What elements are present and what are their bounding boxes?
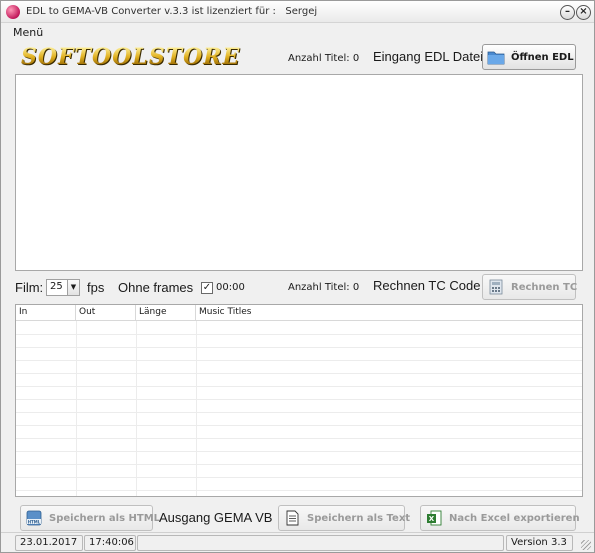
open-edl-label: Öffnen EDL	[511, 51, 574, 63]
text-file-icon	[286, 510, 299, 526]
table-row	[16, 413, 582, 426]
resize-grip[interactable]	[581, 540, 591, 550]
folder-icon	[487, 51, 505, 65]
rechnen-tc-button[interactable]: Rechnen TC	[482, 274, 578, 300]
fps-select[interactable]: 25	[46, 279, 68, 296]
table-row	[16, 361, 582, 374]
svg-text:HTML: HTML	[28, 519, 41, 524]
save-html-label: Speichern als HTML	[49, 512, 161, 524]
film-label: Film:	[15, 280, 44, 295]
column-header-laenge[interactable]: Länge	[136, 305, 196, 321]
menu-item-menu[interactable]: Menü	[13, 26, 43, 39]
excel-icon: X	[427, 510, 442, 526]
table-row	[16, 322, 582, 335]
close-button[interactable]: ×	[576, 5, 591, 20]
grid-header: In Out Länge Music Titles	[16, 305, 582, 321]
output-gema-label: Ausgang GEMA VB	[159, 510, 273, 525]
export-excel-label: Nach Excel exportieren	[449, 512, 580, 524]
svg-text:X: X	[429, 515, 435, 523]
calculator-icon	[489, 279, 503, 295]
ohne-frames-checkbox[interactable]: ✓	[201, 282, 213, 294]
app-window: EDL to GEMA-VB Converter v.3.3 ist lizen…	[0, 0, 595, 553]
rechnen-tc-label: Rechnen TC Code	[373, 278, 481, 293]
table-row	[16, 465, 582, 478]
titles-grid[interactable]: In Out Länge Music Titles	[15, 304, 583, 497]
checkbox-value-label: 00:00	[216, 282, 245, 293]
title-bar[interactable]: EDL to GEMA-VB Converter v.3.3 ist lizen…	[1, 1, 594, 23]
status-progress	[137, 535, 504, 551]
table-row	[16, 400, 582, 413]
save-html-button[interactable]: HTML Speichern als HTML	[20, 505, 160, 531]
save-text-label: Speichern als Text	[307, 512, 411, 524]
html-file-icon: HTML	[26, 510, 42, 526]
chevron-down-icon: ▼	[70, 283, 77, 291]
open-edl-button[interactable]: Öffnen EDL	[482, 44, 576, 70]
window-title: EDL to GEMA-VB Converter v.3.3 ist lizen…	[26, 6, 318, 17]
fps-dropdown-button[interactable]: ▼	[67, 279, 80, 296]
status-bar: 23.01.2017 17:40:06 Version 3.3	[1, 532, 594, 552]
status-version: Version 3.3	[506, 535, 573, 551]
table-row	[16, 426, 582, 439]
minimize-button[interactable]: –	[560, 5, 575, 20]
edl-input-area[interactable]	[15, 74, 583, 271]
softoolstore-logo: SOFTOOLSTORE	[21, 44, 241, 70]
table-row	[16, 348, 582, 361]
save-text-button[interactable]: Speichern als Text	[278, 505, 410, 531]
input-edl-label: Eingang EDL Datei	[373, 49, 484, 64]
table-row	[16, 374, 582, 387]
fps-label: fps	[87, 280, 105, 295]
rechnen-tc-button-label: Rechnen TC	[511, 281, 578, 293]
table-row	[16, 387, 582, 400]
app-icon	[6, 5, 20, 19]
column-header-music-titles[interactable]: Music Titles	[196, 305, 582, 321]
table-row	[16, 439, 582, 452]
status-time: 17:40:06	[84, 535, 136, 551]
table-row	[16, 478, 582, 491]
menu-bar: Menü	[1, 24, 594, 41]
top-count-label: Anzahl Titel: 0	[288, 53, 360, 64]
column-header-in[interactable]: In	[16, 305, 76, 321]
column-header-out[interactable]: Out	[76, 305, 136, 321]
table-row	[16, 335, 582, 348]
export-excel-button[interactable]: X Nach Excel exportieren	[420, 505, 580, 531]
table-row	[16, 452, 582, 465]
mid-count-label: Anzahl Titel: 0	[288, 282, 360, 293]
ohne-frames-label: Ohne frames	[118, 280, 194, 295]
status-date: 23.01.2017	[15, 535, 83, 551]
